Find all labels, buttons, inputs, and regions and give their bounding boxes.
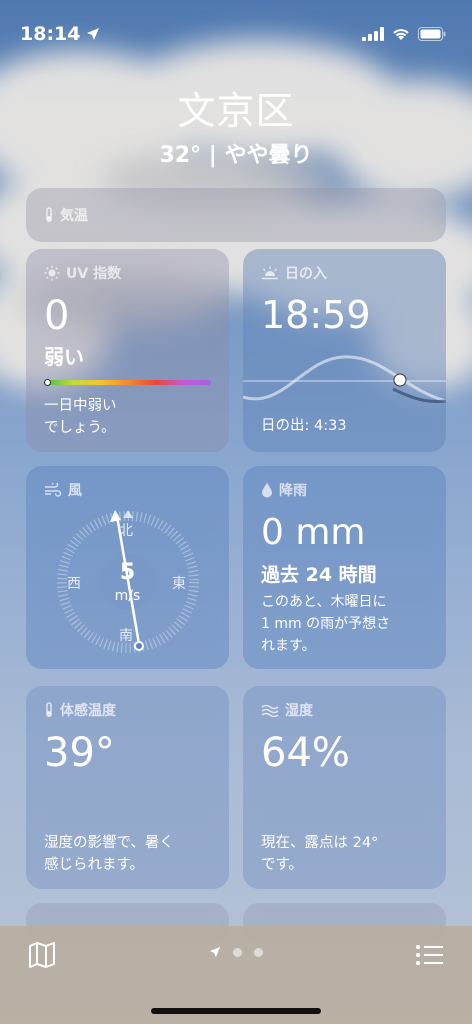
compass-north: 北 (119, 523, 133, 539)
humidity-description: 現在、露点は 24° です。 (261, 832, 432, 876)
wind-speed: 5 (119, 560, 136, 585)
sunrise-time: 日の出: 4:33 (261, 418, 347, 434)
page-dot[interactable] (254, 947, 263, 957)
feels-like-description-line2: 感じられます。 (44, 857, 145, 873)
temperature-card[interactable]: 気温 (26, 188, 446, 242)
sunset-card-title: 日の入 (285, 266, 327, 282)
status-bar: 18:14 (0, 0, 472, 54)
rain-amount: 0 mm (261, 512, 366, 553)
humidity-title: 湿度 (285, 703, 313, 719)
uv-description-line2: でしょう。 (44, 420, 116, 436)
location-arrow-icon (87, 28, 100, 40)
status-time: 18:14 (20, 23, 81, 45)
wind-card[interactable]: 風 北 南 西 東 5 m/s (26, 466, 229, 669)
current-conditions: 32° | やや曇り (159, 143, 313, 168)
thermometer-icon (46, 207, 52, 222)
uv-level: 弱い (44, 345, 84, 369)
thermometer-icon (46, 702, 52, 717)
rainfall-card[interactable]: 降雨 0 mm 過去 24 時間 このあと、木曜日に 1 mm の雨が予想さ れ… (243, 466, 446, 669)
wind-unit: m/s (114, 588, 141, 604)
rain-description-line2: 1 mm の雨が予想さ (261, 616, 391, 632)
rain-period: 過去 24 時間 (261, 564, 377, 586)
signal-icon (362, 27, 384, 41)
feels-like-value: 39° (44, 730, 115, 776)
feels-like-card[interactable]: 体感温度 39° 湿度の影響で、暑く 感じられます。 (26, 686, 229, 889)
city-name: 文京区 (177, 89, 295, 133)
sun-icon (44, 265, 60, 281)
uv-scale-bar (46, 380, 211, 385)
current-location-icon (209, 946, 221, 958)
uv-description-line1: 一日中弱い (44, 398, 117, 414)
compass-south: 南 (119, 628, 133, 644)
sun-path-graph (243, 355, 446, 403)
uv-description: 一日中弱い でしょう。 (44, 395, 215, 439)
humidity-card[interactable]: 湿度 64% 現在、露点は 24° です。 (243, 686, 446, 889)
page-dot[interactable] (233, 947, 242, 957)
wifi-icon (393, 29, 409, 40)
uv-scale-indicator (44, 379, 51, 386)
page-indicator[interactable] (0, 946, 472, 958)
wind-icon (45, 483, 62, 497)
rain-description-line1: このあと、木曜日に (261, 594, 387, 610)
feels-like-title: 体感温度 (60, 703, 116, 719)
uv-value: 0 (44, 293, 70, 339)
home-indicator (151, 1008, 321, 1014)
wind-card-title: 風 (68, 483, 82, 499)
humidity-icon (261, 704, 279, 717)
uv-card-title: UV 指数 (66, 266, 122, 282)
battery-icon (418, 27, 446, 41)
sunset-time: 18:59 (261, 293, 371, 337)
temperature-card-title: 気温 (60, 208, 88, 224)
feels-like-description: 湿度の影響で、暑く 感じられます。 (44, 832, 215, 876)
rain-description: このあと、木曜日に 1 mm の雨が予想さ れます。 (261, 591, 432, 657)
sunset-card[interactable]: 日の入 18:59 日の出: 4:33 (243, 249, 446, 452)
sunset-icon (262, 266, 278, 280)
rain-card-title: 降雨 (279, 483, 307, 499)
raindrop-icon (262, 483, 272, 498)
rain-description-line3: れます。 (261, 638, 316, 654)
location-header: 文京区 32° | やや曇り (0, 80, 472, 169)
uv-index-card[interactable]: UV 指数 0 弱い 一日中弱い でしょう。 (26, 249, 229, 452)
humidity-description-line2: です。 (261, 857, 304, 873)
humidity-description-line1: 現在、露点は 24° (261, 835, 379, 851)
feels-like-description-line1: 湿度の影響で、暑く (44, 835, 174, 851)
humidity-value: 64% (261, 730, 350, 776)
